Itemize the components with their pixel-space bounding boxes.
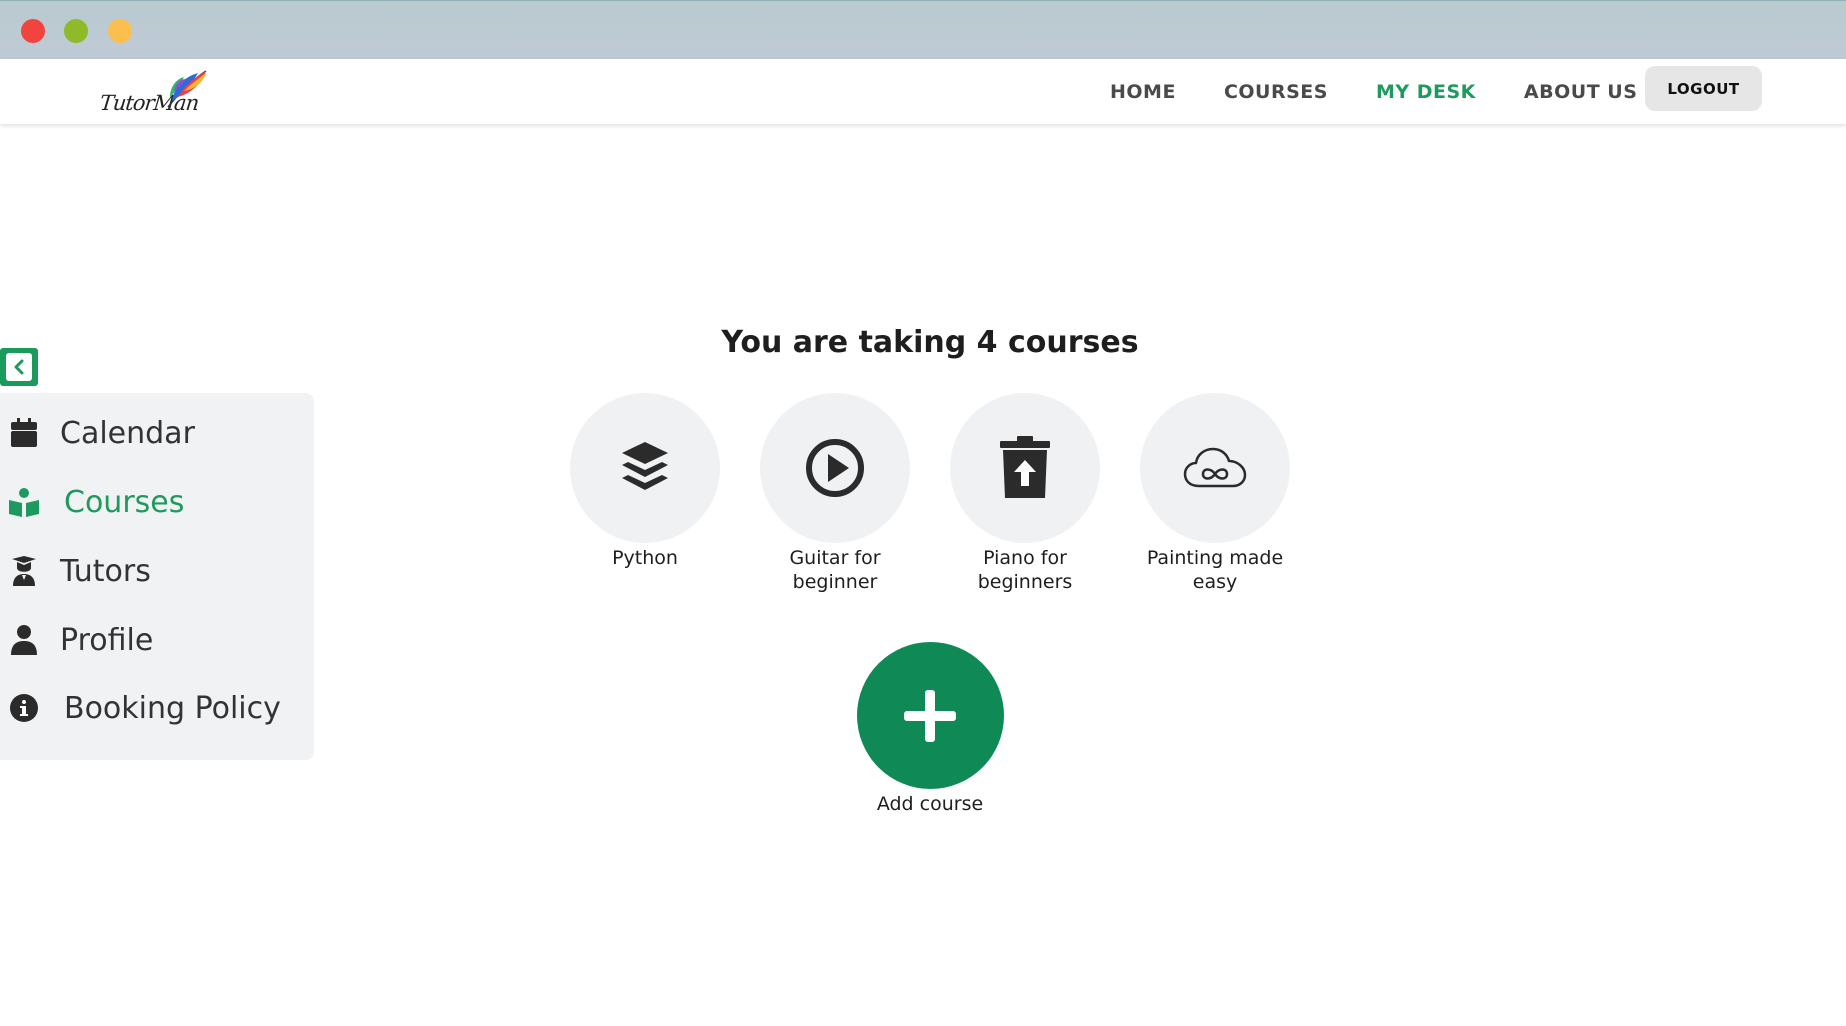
logout-button[interactable]: LOGOUT	[1645, 66, 1762, 111]
top-navbar: TutorMan HOME COURSES MY DESK ABOUT US L…	[0, 59, 1846, 124]
sidebar-collapse-button[interactable]	[0, 348, 38, 386]
add-course-label: Add course	[876, 793, 984, 815]
course-icon-circle	[760, 393, 910, 543]
course-name: Painting made easy	[1146, 547, 1284, 593]
course-name: Guitar for beginner	[789, 547, 881, 593]
add-course-circle	[856, 642, 1004, 789]
plus-icon	[904, 689, 956, 742]
book-reader-icon	[0, 487, 48, 517]
info-icon	[0, 693, 48, 723]
cloud-infinity-icon	[1183, 447, 1247, 488]
feather-icon	[167, 70, 207, 108]
course-card-piano[interactable]: Piano for beginners	[940, 393, 1110, 594]
sidebar-item-label: Calendar	[60, 415, 195, 451]
sidebar-item-booking-policy[interactable]: Booking Policy	[0, 688, 281, 728]
page-title: You are taking 4 courses	[721, 325, 1139, 360]
course-card-guitar[interactable]: Guitar for beginner	[750, 393, 920, 594]
course-card-painting[interactable]: Painting made easy	[1130, 393, 1300, 594]
play-circle-icon	[806, 439, 864, 497]
minimize-window-button[interactable]	[64, 19, 88, 43]
nav-home-link[interactable]: HOME	[1110, 81, 1176, 103]
calendar-icon	[0, 418, 48, 448]
sidebar-item-label: Courses	[64, 484, 185, 520]
sidebar-item-courses[interactable]: Courses	[0, 482, 184, 522]
nav-courses-link[interactable]: COURSES	[1224, 81, 1328, 103]
course-name: Piano for beginners	[977, 547, 1073, 593]
nav-about-us-link[interactable]: ABOUT US	[1524, 81, 1637, 103]
trash-upload-icon	[1000, 436, 1050, 498]
course-icon-circle	[1140, 393, 1290, 543]
add-course-button[interactable]: Add course	[830, 642, 1030, 815]
course-name: Python	[612, 547, 678, 569]
sidebar-item-tutors[interactable]: Tutors	[0, 551, 151, 591]
layers-icon	[622, 442, 668, 490]
graduate-icon	[0, 556, 48, 586]
sidebar-item-calendar[interactable]: Calendar	[0, 413, 195, 453]
window-titlebar	[0, 0, 1846, 59]
course-card-python[interactable]: Python	[560, 393, 730, 570]
user-icon	[0, 625, 48, 655]
close-window-button[interactable]	[21, 19, 45, 43]
sidebar-item-profile[interactable]: Profile	[0, 620, 153, 660]
sidebar-item-label: Profile	[60, 622, 154, 658]
sidebar-item-label: Booking Policy	[64, 690, 281, 726]
course-icon-circle	[950, 393, 1100, 543]
zoom-window-button[interactable]	[108, 19, 132, 43]
nav-my-desk-link[interactable]: MY DESK	[1376, 81, 1476, 103]
course-icon-circle	[570, 393, 720, 543]
sidebar: Calendar Courses Tutors Profile Booking …	[0, 393, 314, 760]
sidebar-item-label: Tutors	[60, 553, 151, 589]
nav-links: HOME COURSES MY DESK ABOUT US	[1110, 59, 1685, 124]
collapse-left-icon	[6, 353, 32, 381]
brand-logo[interactable]: TutorMan	[96, 65, 212, 121]
